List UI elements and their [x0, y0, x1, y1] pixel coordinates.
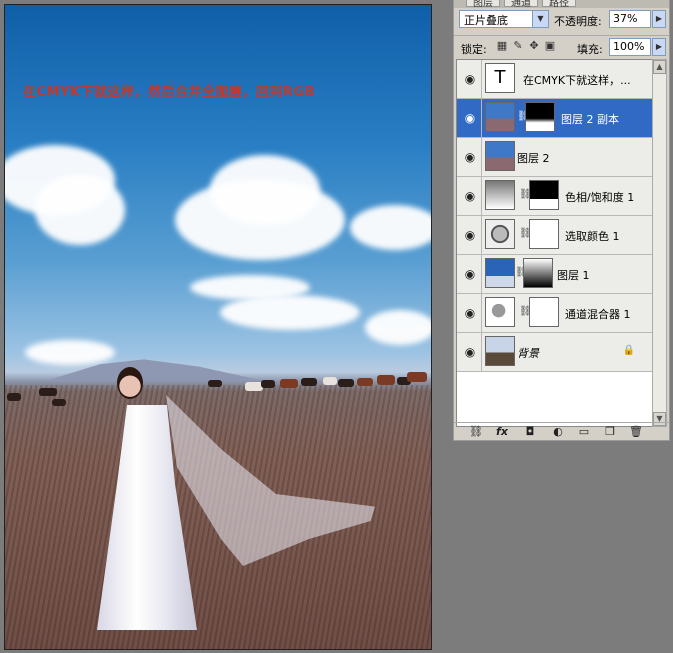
lock-image-brush-icon[interactable]: ✎ — [512, 40, 524, 52]
layer-row[interactable]: ◉ 背景 🔒 — [457, 333, 653, 372]
layers-panel: 图层 通道 路径 正片叠底 ▼ 不透明度: 37% ▶ 锁定: ▦ ✎ ✥ ▣ … — [453, 0, 670, 441]
layer-mask-thumbnail[interactable] — [525, 102, 555, 132]
layer-thumbnail — [485, 102, 515, 132]
new-layer-icon[interactable]: ❐ — [602, 425, 618, 439]
layer-thumbnail — [485, 336, 515, 366]
opacity-value: 37% — [613, 12, 638, 25]
cloud — [350, 205, 431, 250]
blend-row: 正片叠底 ▼ 不透明度: 37% ▶ — [454, 9, 669, 31]
layer-style-fx-icon[interactable]: fx — [494, 425, 510, 439]
fill-input[interactable]: 100% — [609, 38, 651, 56]
bride-head — [117, 367, 143, 399]
cow — [7, 393, 21, 401]
eye-icon[interactable]: ◉ — [459, 138, 482, 176]
cow — [377, 375, 395, 385]
new-group-folder-icon[interactable]: ▭ — [576, 425, 592, 439]
blend-mode-value: 正片叠底 — [464, 14, 508, 27]
layers-scrollbar[interactable]: ▲ ▼ — [652, 59, 667, 427]
eye-icon[interactable]: ◉ — [459, 255, 482, 293]
cloud — [35, 175, 125, 245]
channel-mixer-adjustment-icon — [485, 297, 515, 327]
lock-transparent-icon[interactable]: ▦ — [496, 40, 508, 52]
layer-mask-thumbnail[interactable] — [523, 258, 553, 288]
hue-saturation-adjustment-icon — [485, 180, 515, 210]
cloud — [220, 295, 360, 330]
eye-icon[interactable]: ◉ — [459, 177, 482, 215]
opacity-slider-arrow-icon[interactable]: ▶ — [652, 10, 666, 28]
blend-mode-select[interactable]: 正片叠底 ▼ — [459, 10, 549, 28]
selective-color-adjustment-icon — [485, 219, 515, 249]
cow — [323, 377, 337, 385]
layer-row[interactable]: ◉ ⛓ 通道混合器 1 — [457, 294, 653, 333]
eye-icon[interactable]: ◉ — [459, 333, 482, 371]
cloud — [210, 155, 320, 225]
add-mask-icon[interactable]: ◘ — [522, 425, 538, 439]
lock-all-icon[interactable]: ▣ — [544, 40, 556, 52]
layer-mask-thumbnail[interactable] — [529, 180, 559, 210]
layer-thumbnail — [485, 258, 515, 288]
trash-icon[interactable]: 🗑 — [628, 425, 644, 439]
layer-thumbnail — [485, 141, 515, 171]
layer-name: 选取颜色 1 — [565, 230, 620, 243]
cow — [261, 380, 275, 388]
cow — [208, 380, 222, 387]
cow — [407, 372, 427, 382]
panel-tabs: 图层 通道 路径 — [454, 0, 669, 8]
layer-row[interactable]: ◉ 图层 2 — [457, 138, 653, 177]
eye-icon[interactable]: ◉ — [459, 99, 482, 137]
link-layers-icon[interactable]: ⛓ — [468, 425, 484, 439]
layer-row[interactable]: ◉ T 在CMYK下就这样，... — [457, 60, 653, 99]
lock-row: 锁定: ▦ ✎ ✥ ▣ 填充: 100% ▶ — [454, 35, 669, 58]
tab-channels[interactable]: 通道 — [504, 0, 538, 8]
cow — [52, 399, 66, 406]
lock-icon: 🔒 — [622, 345, 635, 356]
fill-value: 100% — [613, 40, 645, 53]
layer-row[interactable]: ◉ ⛓ 选取颜色 1 — [457, 216, 653, 255]
cow — [301, 378, 317, 386]
tab-layers[interactable]: 图层 — [466, 0, 500, 8]
document-canvas[interactable]: 在CMYK下就这样，然后合并全图层，回到RGB — [4, 4, 432, 650]
scroll-up-icon[interactable]: ▲ — [653, 60, 666, 74]
eye-icon[interactable]: ◉ — [459, 294, 482, 332]
layer-name: 图层 1 — [557, 269, 590, 282]
lock-label: 锁定: — [461, 43, 487, 56]
layer-mask-thumbnail[interactable] — [529, 297, 559, 327]
layer-name: 色相/饱和度 1 — [565, 191, 635, 204]
opacity-input[interactable]: 37% — [609, 10, 651, 28]
cow — [280, 379, 298, 388]
layer-name: 通道混合器 1 — [565, 308, 631, 321]
text-layer-thumbnail: T — [485, 63, 515, 93]
fill-slider-arrow-icon[interactable]: ▶ — [652, 38, 666, 56]
cloud — [365, 310, 431, 345]
cow — [338, 379, 354, 387]
cow — [357, 378, 373, 386]
chevron-down-icon[interactable]: ▼ — [532, 11, 548, 27]
cloud — [25, 340, 115, 365]
layer-row[interactable]: ◉ ⛓ 图层 1 — [457, 255, 653, 294]
lock-position-move-icon[interactable]: ✥ — [528, 40, 540, 52]
fill-label: 填充: — [577, 43, 603, 56]
eye-icon[interactable]: ◉ — [459, 216, 482, 254]
layers-list: ◉ T 在CMYK下就这样，... ◉ ⛓ 图层 2 副本 ◉ 图层 2 ◉ ⛓… — [456, 59, 654, 427]
layer-name: 背景 — [517, 347, 539, 360]
canvas-note-text: 在CMYK下就这样，然后合并全图层，回到RGB — [23, 85, 316, 100]
adjustment-layer-icon[interactable]: ◐ — [550, 425, 566, 439]
layer-row-selected[interactable]: ◉ ⛓ 图层 2 副本 — [457, 99, 653, 138]
opacity-label: 不透明度: — [554, 15, 602, 28]
cow — [39, 388, 57, 396]
layer-name: 在CMYK下就这样，... — [523, 74, 631, 87]
tab-paths[interactable]: 路径 — [542, 0, 576, 8]
eye-icon[interactable]: ◉ — [459, 60, 482, 98]
layer-mask-thumbnail[interactable] — [529, 219, 559, 249]
layers-bottom-toolbar: ⛓ fx ◘ ◐ ▭ ❐ 🗑 — [454, 422, 669, 441]
layer-row[interactable]: ◉ ⛓ 色相/饱和度 1 — [457, 177, 653, 216]
layer-name: 图层 2 副本 — [561, 113, 619, 126]
layer-name: 图层 2 — [517, 152, 550, 165]
